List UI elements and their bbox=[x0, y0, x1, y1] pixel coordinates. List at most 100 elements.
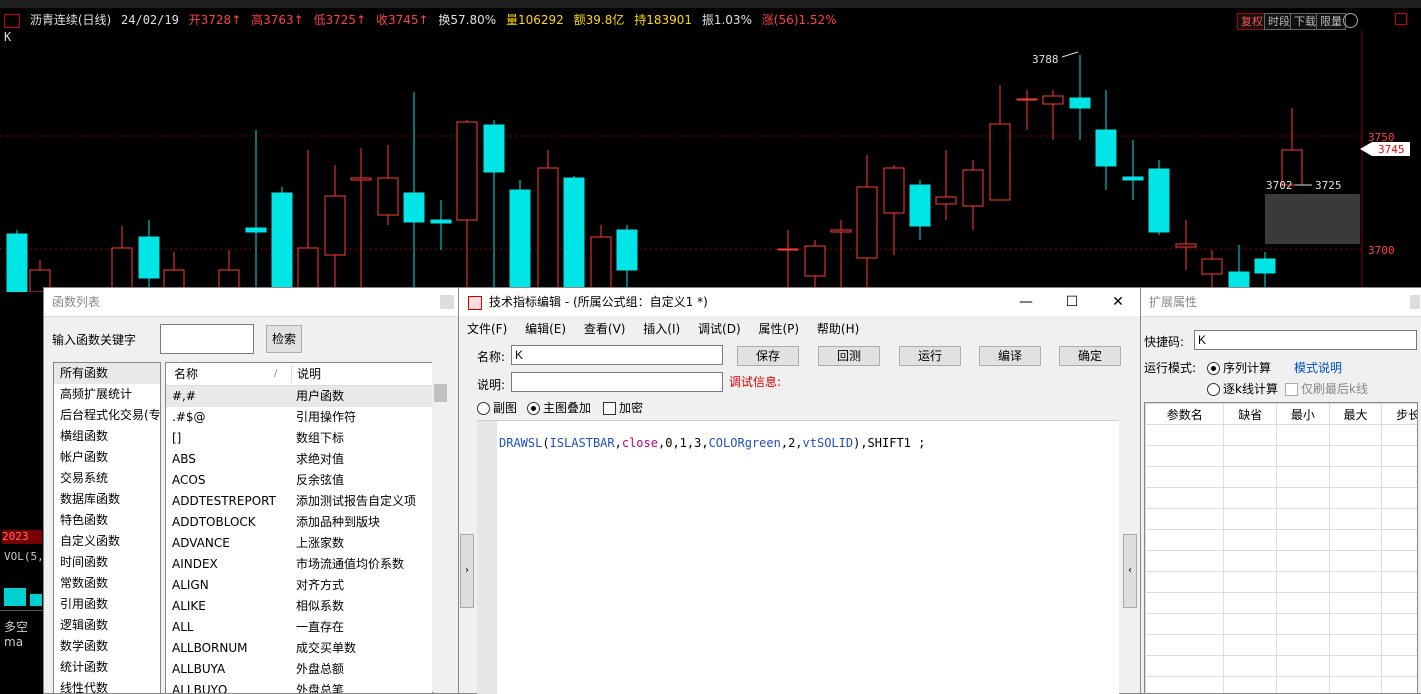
fuquan-button[interactable]: 复权 bbox=[1237, 13, 1267, 30]
kline-chart[interactable]: 3750 3700 3745 3788 3702 3725 bbox=[0, 30, 1421, 292]
function-row[interactable]: .#$@引用操作符 bbox=[166, 407, 432, 428]
function-row[interactable]: ALIKE相似系数 bbox=[166, 596, 432, 617]
function-row[interactable]: ADDTOBLOCK添加品种到版块 bbox=[166, 512, 432, 533]
category-item[interactable]: 逻辑函数 bbox=[54, 615, 160, 636]
param-row[interactable] bbox=[1146, 572, 1419, 593]
category-item[interactable]: 数学函数 bbox=[54, 636, 160, 657]
mode-tick-radio[interactable]: 逐k线计算 bbox=[1207, 380, 1278, 397]
param-cell[interactable] bbox=[1382, 488, 1418, 509]
limit-button[interactable]: 限量 bbox=[1316, 13, 1346, 30]
category-item[interactable]: 高频扩展统计 bbox=[54, 384, 160, 405]
param-cell[interactable] bbox=[1146, 551, 1224, 572]
param-row[interactable] bbox=[1146, 530, 1419, 551]
function-row[interactable]: ALLBORNUM成交买单数 bbox=[166, 638, 432, 659]
param-row[interactable] bbox=[1146, 677, 1419, 694]
param-cell[interactable] bbox=[1224, 593, 1277, 614]
param-cell[interactable] bbox=[1224, 614, 1277, 635]
param-cell[interactable] bbox=[1224, 677, 1277, 694]
checkbox-icon[interactable] bbox=[603, 402, 616, 415]
category-item[interactable]: 横组函数 bbox=[54, 426, 160, 447]
menu-help[interactable]: 帮助(H) bbox=[817, 322, 859, 336]
category-item[interactable]: 后台程式化交易(专 bbox=[54, 405, 160, 426]
param-cell[interactable] bbox=[1329, 530, 1382, 551]
category-item[interactable]: 常数函数 bbox=[54, 573, 160, 594]
category-list[interactable]: 所有函数高频扩展统计后台程式化交易(专横组函数帐户函数交易系统数据库函数特色函数… bbox=[53, 362, 161, 694]
param-cell[interactable] bbox=[1146, 635, 1224, 656]
param-row[interactable] bbox=[1146, 593, 1419, 614]
desc-input[interactable] bbox=[511, 372, 723, 392]
function-row[interactable]: ALL一直存在 bbox=[166, 617, 432, 638]
save-button[interactable]: 保存 bbox=[737, 346, 799, 366]
mode-help-link[interactable]: 模式说明 bbox=[1294, 359, 1342, 376]
param-cell[interactable] bbox=[1146, 572, 1224, 593]
param-cell[interactable] bbox=[1277, 614, 1330, 635]
function-row[interactable]: #,#用户函数 bbox=[166, 386, 432, 407]
param-row[interactable] bbox=[1146, 614, 1419, 635]
radio-icon[interactable] bbox=[477, 402, 490, 415]
category-item[interactable]: 引用函数 bbox=[54, 594, 160, 615]
left-expand-handle[interactable]: › bbox=[460, 534, 474, 608]
category-item[interactable]: 数据库函数 bbox=[54, 489, 160, 510]
menu-view[interactable]: 查看(V) bbox=[584, 322, 626, 336]
menu-edit[interactable]: 编辑(E) bbox=[525, 322, 566, 336]
param-cell[interactable] bbox=[1146, 446, 1224, 467]
param-cell[interactable] bbox=[1329, 425, 1382, 446]
function-row[interactable]: ABS求绝对值 bbox=[166, 449, 432, 470]
compile-button[interactable]: 编译 bbox=[979, 346, 1041, 366]
param-cell[interactable] bbox=[1277, 488, 1330, 509]
param-col-min[interactable]: 最小 bbox=[1277, 404, 1330, 425]
param-cell[interactable] bbox=[1277, 677, 1330, 694]
menu-debug[interactable]: 调试(D) bbox=[698, 322, 741, 336]
param-cell[interactable] bbox=[1382, 467, 1418, 488]
param-table[interactable]: 参数名 缺省 最小 最大 步长 bbox=[1145, 403, 1418, 694]
param-cell[interactable] bbox=[1146, 425, 1224, 446]
param-cell[interactable] bbox=[1329, 509, 1382, 530]
subchart-radio[interactable]: 副图 bbox=[477, 399, 517, 416]
param-cell[interactable] bbox=[1277, 509, 1330, 530]
col-desc-header[interactable]: 说明 bbox=[297, 363, 321, 385]
restore-icon[interactable] bbox=[1395, 13, 1407, 25]
param-cell[interactable] bbox=[1382, 509, 1418, 530]
param-cell[interactable] bbox=[1224, 572, 1277, 593]
param-cell[interactable] bbox=[1329, 656, 1382, 677]
flag-icon[interactable] bbox=[4, 14, 20, 28]
function-row[interactable]: ADDTESTREPORT添加测试报告自定义项 bbox=[166, 491, 432, 512]
param-cell[interactable] bbox=[1329, 614, 1382, 635]
function-scrollbar[interactable] bbox=[432, 362, 449, 692]
radio-selected-icon[interactable] bbox=[527, 402, 540, 415]
param-cell[interactable] bbox=[1146, 509, 1224, 530]
param-cell[interactable] bbox=[1382, 656, 1418, 677]
function-row[interactable]: ALIGN对齐方式 bbox=[166, 575, 432, 596]
category-item[interactable]: 所有函数 bbox=[54, 363, 160, 384]
param-cell[interactable] bbox=[1146, 488, 1224, 509]
param-cell[interactable] bbox=[1146, 467, 1224, 488]
category-item[interactable]: 特色函数 bbox=[54, 510, 160, 531]
param-row[interactable] bbox=[1146, 446, 1419, 467]
param-row[interactable] bbox=[1146, 425, 1419, 446]
param-cell[interactable] bbox=[1382, 635, 1418, 656]
param-cell[interactable] bbox=[1224, 446, 1277, 467]
function-row[interactable]: []数组下标 bbox=[166, 428, 432, 449]
encrypt-checkbox[interactable]: 加密 bbox=[603, 399, 643, 416]
code-editor[interactable]: DRAWSL(ISLASTBAR,close,0,1,3,COLORgreen,… bbox=[477, 420, 1119, 694]
function-row[interactable]: ALLBUYA外盘总额 bbox=[166, 659, 432, 680]
param-cell[interactable] bbox=[1146, 593, 1224, 614]
radio-icon[interactable] bbox=[1207, 383, 1220, 396]
shortcut-input[interactable] bbox=[1194, 330, 1417, 350]
keyword-input[interactable] bbox=[160, 324, 254, 354]
param-grid[interactable]: 参数名 缺省 最小 最大 步长 bbox=[1144, 402, 1418, 694]
function-table[interactable]: 名称 / 说明 #,#用户函数.#$@引用操作符[]数组下标ABS求绝对值ACO… bbox=[165, 362, 433, 694]
param-cell[interactable] bbox=[1277, 530, 1330, 551]
param-row[interactable] bbox=[1146, 467, 1419, 488]
category-item[interactable]: 帐户函数 bbox=[54, 447, 160, 468]
name-input[interactable] bbox=[511, 345, 723, 365]
function-row[interactable]: ACOS反余弦值 bbox=[166, 470, 432, 491]
param-cell[interactable] bbox=[1277, 467, 1330, 488]
code-line-1[interactable]: DRAWSL(ISLASTBAR,close,0,1,3,COLORgreen,… bbox=[499, 436, 925, 450]
function-row[interactable]: ADVANCE上涨家数 bbox=[166, 533, 432, 554]
param-cell[interactable] bbox=[1224, 656, 1277, 677]
right-collapse-handle[interactable]: ‹ bbox=[1123, 534, 1137, 608]
param-cell[interactable] bbox=[1382, 614, 1418, 635]
search-button[interactable]: 检索 bbox=[266, 325, 302, 353]
param-cell[interactable] bbox=[1329, 593, 1382, 614]
